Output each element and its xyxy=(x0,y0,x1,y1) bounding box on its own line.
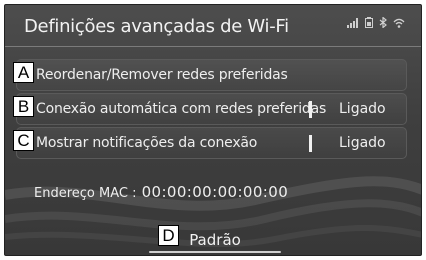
callout-a: A xyxy=(13,62,34,83)
auto-connect-preferred-toggle[interactable]: Conexão automática com redes preferidas … xyxy=(16,93,407,125)
default-button-label: Padrão xyxy=(189,231,241,249)
signal-icon xyxy=(347,17,358,28)
title-divider xyxy=(5,46,421,47)
mac-address: Endereço MAC : 00:00:00:00:00:00 xyxy=(34,182,288,201)
auto-connect-label: Conexão automática com redes preferidas xyxy=(36,101,327,117)
wifi-icon xyxy=(393,18,405,28)
auto-connect-status: Ligado xyxy=(339,101,386,117)
callout-c: C xyxy=(13,130,34,151)
mac-address-value: 00:00:00:00:00:00 xyxy=(141,183,289,201)
callout-b: B xyxy=(13,96,34,117)
status-bar xyxy=(347,17,405,28)
toggle-indicator xyxy=(309,101,312,118)
bluetooth-icon xyxy=(379,17,387,28)
mac-address-label: Endereço MAC : xyxy=(34,186,137,201)
toggle-indicator xyxy=(309,135,312,152)
wifi-advanced-settings-screen: Definições avançadas de Wi-Fi Reordenar/… xyxy=(4,4,422,256)
callout-d: D xyxy=(158,225,179,246)
page-title: Definições avançadas de Wi-Fi xyxy=(24,16,289,37)
reorder-remove-networks-label: Reordenar/Remover redes preferidas xyxy=(36,67,288,83)
connection-notifications-toggle[interactable]: Mostrar notificações da conexão Ligado xyxy=(16,127,407,159)
connection-notifications-label: Mostrar notificações da conexão xyxy=(36,135,258,151)
reorder-remove-networks-button[interactable]: Reordenar/Remover redes preferidas xyxy=(16,59,407,91)
battery-icon xyxy=(365,17,373,28)
connection-notifications-status: Ligado xyxy=(339,135,386,151)
default-button-underline xyxy=(149,251,281,253)
